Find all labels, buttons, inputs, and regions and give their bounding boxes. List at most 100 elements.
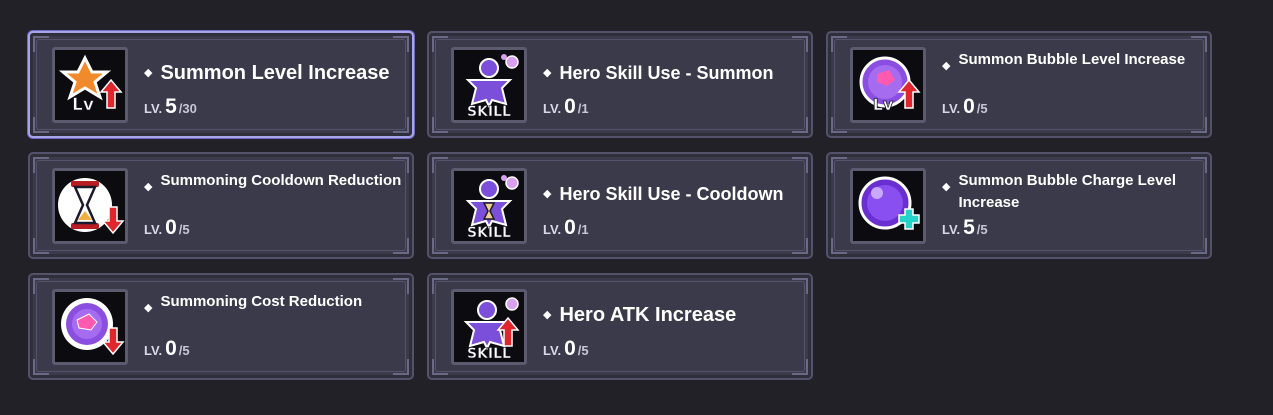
card-corner — [1191, 238, 1207, 254]
hourglass-cooldown-icon — [52, 168, 128, 244]
svg-text:SKILL: SKILL — [467, 346, 511, 362]
card-corner — [792, 278, 808, 294]
level-current: 0 — [963, 95, 975, 118]
svg-text:SKILL: SKILL — [467, 225, 511, 241]
skill-card-hero-skill-use-cooldown[interactable]: SKILL ◆ Hero Skill Use - Cooldown LV. 0 … — [427, 152, 813, 259]
svg-text:Lv: Lv — [72, 95, 94, 115]
skill-title: ◆ Summon Bubble Level Increase — [942, 49, 1202, 77]
card-corner — [33, 238, 49, 254]
level-prefix: LV. — [144, 101, 163, 116]
card-corner — [33, 36, 49, 52]
diamond-bullet-icon: ◆ — [543, 309, 552, 321]
card-corner — [1191, 117, 1207, 133]
level-current: 5 — [165, 95, 177, 118]
card-corner — [393, 238, 409, 254]
skill-title: ◆ Hero Skill Use - Summon — [543, 60, 803, 86]
card-corner — [831, 36, 847, 52]
card-corner — [792, 238, 808, 254]
hero-atk-icon: SKILL — [451, 289, 527, 365]
skill-card-summoning-cooldown-reduction[interactable]: ◆ Summoning Cooldown Reduction LV. 0 /5 — [28, 152, 414, 259]
level-prefix: LV. — [543, 222, 562, 237]
card-corner — [432, 278, 448, 294]
card-corner — [393, 117, 409, 133]
card-corner — [33, 278, 49, 294]
level-current: 0 — [564, 95, 576, 118]
skill-title-text: Hero Skill Use - Summon — [559, 63, 774, 83]
hero-skill-summon-icon: SKILL — [451, 47, 527, 123]
skill-level: LV. 0 /5 — [942, 95, 988, 119]
diamond-bullet-icon: ◆ — [144, 181, 153, 193]
skill-title: ◆ Summon Bubble Charge Level Increase — [942, 170, 1202, 214]
skill-card-hero-skill-use-summon[interactable]: SKILL ◆ Hero Skill Use - Summon LV. 0 /1 — [427, 31, 813, 138]
skill-level: LV. 5 /5 — [942, 216, 988, 240]
skill-level: LV. 0 /5 — [144, 216, 190, 240]
card-corner — [33, 117, 49, 133]
skill-level: LV. 0 /1 — [543, 95, 589, 119]
skill-card-hero-atk-increase[interactable]: SKILL ◆ Hero ATK Increase LV. 0 /5 — [427, 273, 813, 380]
card-corner — [831, 157, 847, 173]
level-max: /5 — [577, 343, 589, 358]
card-corner — [792, 36, 808, 52]
card-corner — [432, 359, 448, 375]
skill-card-summon-level-increase[interactable]: Lv ◆ Summon Level Increase LV. 5 /30 — [28, 31, 414, 138]
card-corner — [33, 359, 49, 375]
skill-title-text: Summon Bubble Level Increase — [958, 51, 1186, 68]
level-prefix: LV. — [942, 101, 961, 116]
level-current: 0 — [564, 337, 576, 360]
card-corner — [33, 157, 49, 173]
skill-title-text: Summon Bubble Charge Level Increase — [958, 172, 1177, 211]
level-prefix: LV. — [543, 101, 562, 116]
summon-bubble-level-icon: Lv — [850, 47, 926, 123]
skill-level: LV. 0 /5 — [144, 337, 190, 361]
level-prefix: LV. — [942, 222, 961, 237]
skill-title-text: Hero Skill Use - Cooldown — [559, 184, 784, 204]
level-current: 0 — [165, 337, 177, 360]
diamond-bullet-icon: ◆ — [543, 67, 552, 79]
skill-title-text: Summoning Cost Reduction — [160, 293, 363, 310]
level-current: 5 — [963, 216, 975, 239]
level-max: /1 — [577, 101, 589, 116]
level-current: 0 — [564, 216, 576, 239]
hero-skill-cooldown-icon: SKILL — [451, 168, 527, 244]
card-corner — [792, 157, 808, 173]
svg-text:SKILL: SKILL — [467, 104, 511, 120]
skill-level: LV. 5 /30 — [144, 95, 197, 119]
card-corner — [432, 117, 448, 133]
diamond-bullet-icon: ◆ — [144, 67, 153, 79]
skill-title-text: Summoning Cooldown Reduction — [160, 172, 402, 189]
level-current: 0 — [165, 216, 177, 239]
diamond-bullet-icon: ◆ — [144, 302, 153, 314]
level-max: /5 — [976, 101, 988, 116]
level-max: /30 — [178, 101, 197, 116]
card-corner — [792, 359, 808, 375]
diamond-bullet-icon: ◆ — [543, 188, 552, 200]
skill-title-text: Hero ATK Increase — [559, 304, 737, 326]
card-corner — [393, 359, 409, 375]
summoning-cost-icon — [52, 289, 128, 365]
skill-level: LV. 0 /1 — [543, 216, 589, 240]
skill-card-summon-bubble-level-increase[interactable]: Lv ◆ Summon Bubble Level Increase LV. 0 … — [826, 31, 1212, 138]
skill-level: LV. 0 /5 — [543, 337, 589, 361]
level-max: /5 — [976, 222, 988, 237]
svg-text:Lv: Lv — [873, 95, 894, 114]
level-prefix: LV. — [543, 343, 562, 358]
card-corner — [432, 157, 448, 173]
skill-card-summon-bubble-charge-level-increase[interactable]: ◆ Summon Bubble Charge Level Increase LV… — [826, 152, 1212, 259]
skill-title: ◆ Summon Level Increase — [144, 60, 404, 86]
skill-title: ◆ Summoning Cost Reduction — [144, 291, 404, 319]
skill-title: ◆ Summoning Cooldown Reduction — [144, 170, 404, 198]
level-max: /5 — [178, 222, 190, 237]
card-corner — [393, 36, 409, 52]
level-prefix: LV. — [144, 222, 163, 237]
summon-bubble-charge-icon — [850, 168, 926, 244]
card-corner — [831, 117, 847, 133]
card-corner — [432, 36, 448, 52]
level-max: /1 — [577, 222, 589, 237]
diamond-bullet-icon: ◆ — [942, 181, 951, 193]
skill-card-summoning-cost-reduction[interactable]: ◆ Summoning Cost Reduction LV. 0 /5 — [28, 273, 414, 380]
skill-title: ◆ Hero Skill Use - Cooldown — [543, 181, 803, 207]
card-corner — [792, 117, 808, 133]
level-prefix: LV. — [144, 343, 163, 358]
summon-level-icon: Lv — [52, 47, 128, 123]
skill-title: ◆ Hero ATK Increase — [543, 302, 803, 328]
